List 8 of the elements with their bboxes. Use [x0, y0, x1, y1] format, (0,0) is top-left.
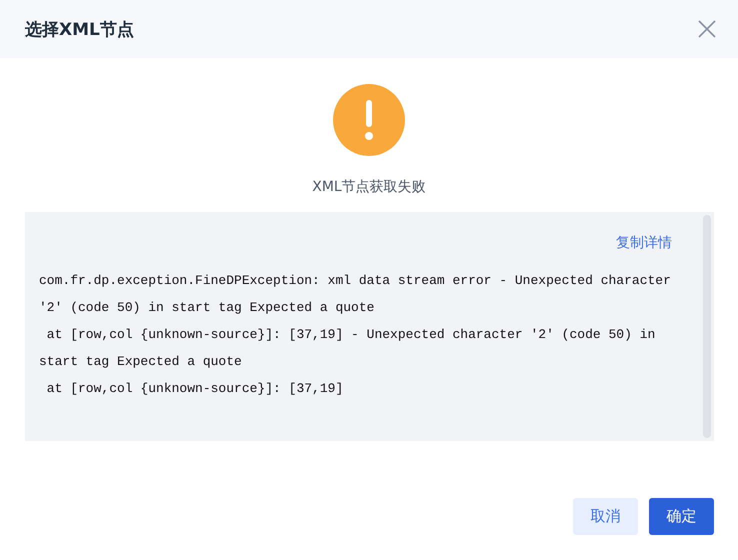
warning-icon [333, 84, 405, 156]
confirm-button[interactable]: 确定 [649, 498, 714, 535]
cancel-button[interactable]: 取消 [573, 498, 638, 535]
status-message: XML节点获取失败 [312, 178, 426, 196]
close-icon[interactable] [698, 20, 716, 38]
dialog-title: 选择XML节点 [25, 18, 134, 40]
copy-details-link[interactable]: 复制详情 [616, 234, 672, 252]
error-details-text: com.fr.dp.exception.FineDPException: xml data stream error - Unexpected character '2' (code 50) in start tag Expected a quote at [row,col {unknown-source}]: [37,19] - Unexpected character '2' (code 50) in start tag Expected a quote at [row,col {unknown-source}]: [37,19] [39, 272, 672, 398]
